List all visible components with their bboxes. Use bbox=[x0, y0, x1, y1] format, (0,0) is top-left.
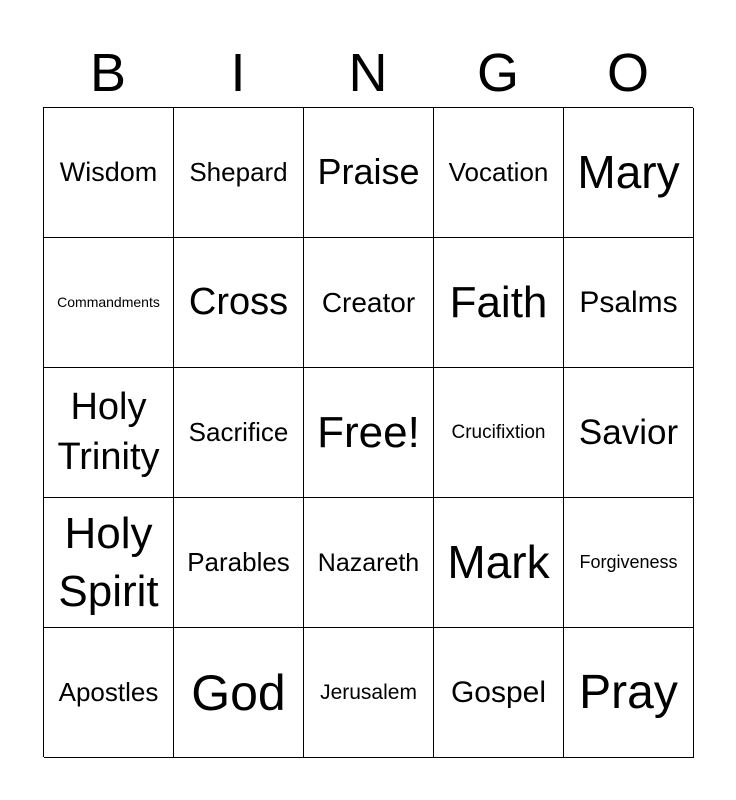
header-letter-i: I bbox=[230, 43, 246, 103]
bingo-cell[interactable]: Commandments bbox=[44, 238, 174, 368]
bingo-cell[interactable]: Vocation bbox=[434, 108, 564, 238]
bingo-cell[interactable]: Nazareth bbox=[304, 498, 434, 628]
bingo-cell[interactable]: Forgiveness bbox=[564, 498, 694, 628]
free-space[interactable]: Free! bbox=[304, 368, 434, 498]
header-letter-n: N bbox=[348, 43, 388, 103]
bingo-cell[interactable]: Holy Spirit bbox=[44, 498, 174, 628]
bingo-cell[interactable]: Savior bbox=[564, 368, 694, 498]
bingo-cell[interactable]: Wisdom bbox=[44, 108, 174, 238]
bingo-cell[interactable]: Psalms bbox=[564, 238, 694, 368]
bingo-cell[interactable]: Creator bbox=[304, 238, 434, 368]
bingo-cell[interactable]: Crucifixtion bbox=[434, 368, 564, 498]
bingo-cell[interactable]: Pray bbox=[564, 628, 694, 758]
bingo-cell[interactable]: Mark bbox=[434, 498, 564, 628]
bingo-board: Wisdom Shepard Praise Vocation Mary Comm… bbox=[43, 107, 694, 758]
header-letter-b: B bbox=[89, 43, 127, 103]
bingo-cell[interactable]: Mary bbox=[564, 108, 694, 238]
bingo-cell[interactable]: Apostles bbox=[44, 628, 174, 758]
bingo-cell[interactable]: Gospel bbox=[434, 628, 564, 758]
bingo-header: B I N G O bbox=[43, 40, 693, 106]
header-letter-g: G bbox=[476, 43, 519, 103]
bingo-cell[interactable]: Sacrifice bbox=[174, 368, 304, 498]
bingo-cell[interactable]: Jerusalem bbox=[304, 628, 434, 758]
bingo-cell[interactable]: God bbox=[174, 628, 304, 758]
bingo-cell[interactable]: Shepard bbox=[174, 108, 304, 238]
header-letter-o: O bbox=[606, 43, 649, 103]
bingo-cell[interactable]: Parables bbox=[174, 498, 304, 628]
bingo-cell[interactable]: Cross bbox=[174, 238, 304, 368]
bingo-cell[interactable]: Holy Trinity bbox=[44, 368, 174, 498]
bingo-cell[interactable]: Faith bbox=[434, 238, 564, 368]
bingo-cell[interactable]: Praise bbox=[304, 108, 434, 238]
